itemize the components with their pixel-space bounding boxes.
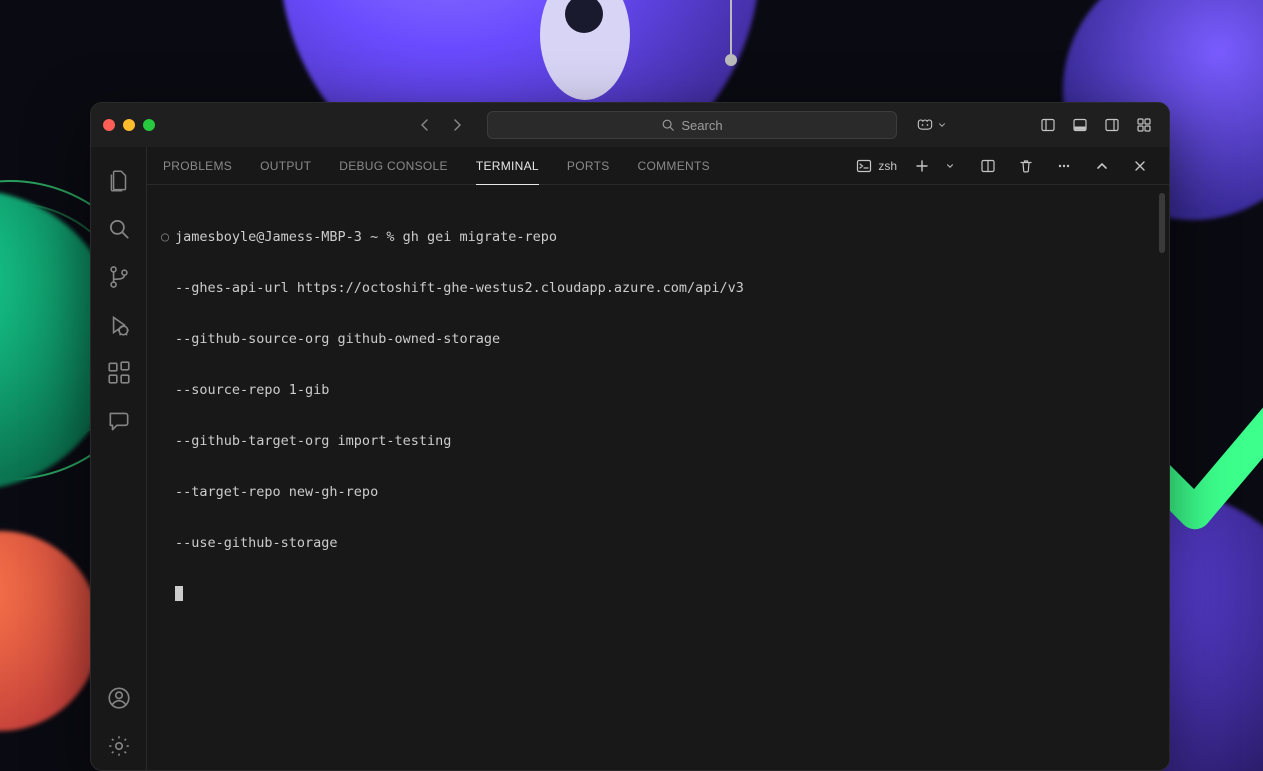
window-maximize-button[interactable] bbox=[143, 119, 155, 131]
search-placeholder: Search bbox=[681, 118, 722, 133]
activity-extensions[interactable] bbox=[95, 349, 143, 397]
terminal-command-marker: ○ bbox=[161, 229, 175, 246]
files-icon bbox=[106, 168, 132, 194]
terminal-scrollbar[interactable] bbox=[1159, 193, 1165, 253]
chevron-up-icon bbox=[1094, 158, 1110, 174]
chat-icon bbox=[106, 408, 132, 434]
close-icon bbox=[1132, 158, 1148, 174]
window-close-button[interactable] bbox=[103, 119, 115, 131]
activity-accounts[interactable] bbox=[95, 674, 143, 722]
panel-tabs: PROBLEMS OUTPUT DEBUG CONSOLE TERMINAL P… bbox=[147, 147, 1169, 185]
new-terminal-dropdown[interactable] bbox=[937, 153, 963, 179]
layout-panel-bottom-button[interactable] bbox=[1067, 112, 1093, 138]
chevron-down-icon bbox=[945, 161, 955, 171]
plus-icon bbox=[914, 158, 930, 174]
nav-back-button[interactable] bbox=[413, 113, 437, 137]
tab-ports[interactable]: PORTS bbox=[567, 147, 610, 185]
activity-settings[interactable] bbox=[95, 722, 143, 770]
debug-icon bbox=[106, 312, 132, 338]
activity-source-control[interactable] bbox=[95, 253, 143, 301]
window-controls bbox=[103, 119, 155, 131]
terminal-icon bbox=[856, 158, 872, 174]
copilot-menu[interactable] bbox=[915, 115, 947, 135]
activity-chat[interactable] bbox=[95, 397, 143, 445]
branch-icon bbox=[106, 264, 132, 290]
activity-bar bbox=[91, 147, 147, 770]
ellipsis-icon bbox=[1056, 158, 1072, 174]
terminal-shell-name: zsh bbox=[878, 159, 897, 173]
customize-layout-button[interactable] bbox=[1131, 112, 1157, 138]
tab-terminal[interactable]: TERMINAL bbox=[476, 147, 539, 185]
terminal-cursor bbox=[175, 586, 183, 601]
nav-forward-button[interactable] bbox=[445, 113, 469, 137]
activity-search[interactable] bbox=[95, 205, 143, 253]
command-center-search[interactable]: Search bbox=[487, 111, 897, 139]
terminal-line: --ghes-api-url https://octoshift-ghe-wes… bbox=[175, 280, 744, 297]
split-terminal-button[interactable] bbox=[975, 153, 1001, 179]
new-terminal-button[interactable] bbox=[909, 153, 935, 179]
trash-icon bbox=[1018, 158, 1034, 174]
terminal-shell-selector[interactable]: zsh bbox=[856, 158, 897, 174]
panel-area: PROBLEMS OUTPUT DEBUG CONSOLE TERMINAL P… bbox=[147, 147, 1169, 770]
close-panel-button[interactable] bbox=[1127, 153, 1153, 179]
extensions-icon bbox=[106, 360, 132, 386]
activity-explorer[interactable] bbox=[95, 157, 143, 205]
layout-sidebar-right-button[interactable] bbox=[1099, 112, 1125, 138]
terminal-line: --github-target-org import-testing bbox=[175, 433, 451, 450]
terminal-line: jamesboyle@Jamess-MBP-3 ~ % gh gei migra… bbox=[175, 229, 557, 246]
titlebar: Search bbox=[91, 103, 1169, 147]
terminal-line: --use-github-storage bbox=[175, 535, 338, 552]
terminal-viewport[interactable]: ○jamesboyle@Jamess-MBP-3 ~ % gh gei migr… bbox=[147, 185, 1169, 770]
search-icon bbox=[661, 118, 675, 132]
tab-comments[interactable]: COMMENTS bbox=[638, 147, 710, 185]
tab-debug-console[interactable]: DEBUG CONSOLE bbox=[339, 147, 448, 185]
terminal-more-button[interactable] bbox=[1051, 153, 1077, 179]
tab-output[interactable]: OUTPUT bbox=[260, 147, 311, 185]
tab-problems[interactable]: PROBLEMS bbox=[163, 147, 232, 185]
maximize-panel-button[interactable] bbox=[1089, 153, 1115, 179]
terminal-line: --github-source-org github-owned-storage bbox=[175, 331, 500, 348]
gear-icon bbox=[106, 733, 132, 759]
window-minimize-button[interactable] bbox=[123, 119, 135, 131]
chevron-down-icon bbox=[937, 120, 947, 130]
search-icon bbox=[106, 216, 132, 242]
split-horizontal-icon bbox=[980, 158, 996, 174]
layout-sidebar-left-button[interactable] bbox=[1035, 112, 1061, 138]
activity-run-debug[interactable] bbox=[95, 301, 143, 349]
terminal-line: --target-repo new-gh-repo bbox=[175, 484, 378, 501]
account-icon bbox=[106, 685, 132, 711]
terminal-line: --source-repo 1-gib bbox=[175, 382, 329, 399]
copilot-icon bbox=[915, 115, 935, 135]
kill-terminal-button[interactable] bbox=[1013, 153, 1039, 179]
vscode-window: Search bbox=[90, 102, 1170, 771]
